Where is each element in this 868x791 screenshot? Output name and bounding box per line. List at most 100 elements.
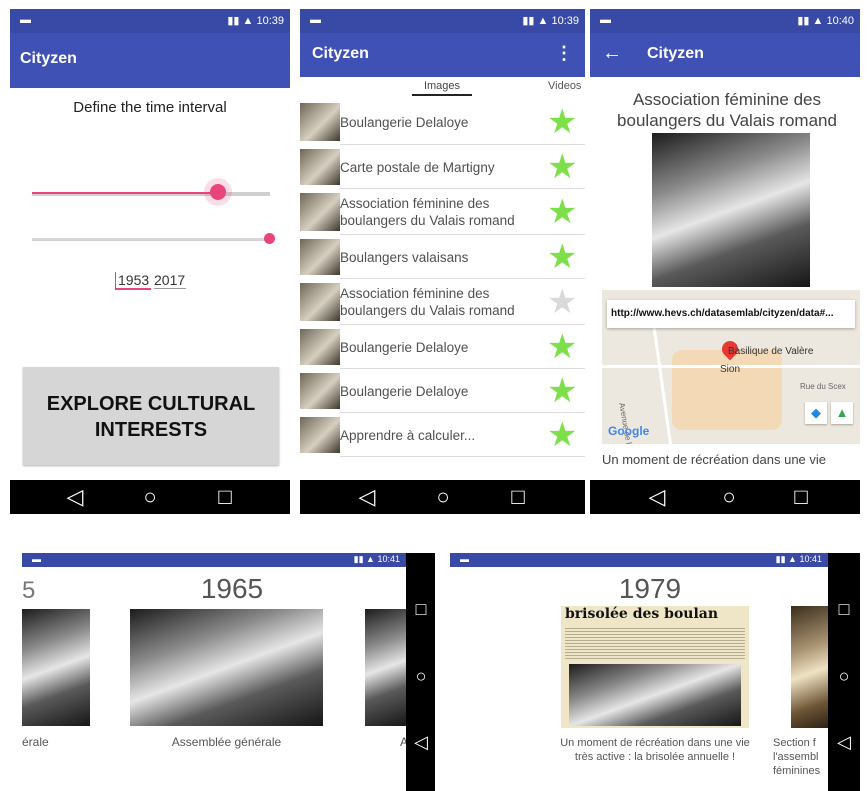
explore-label-line2: INTERESTS xyxy=(94,419,208,441)
favorite-star-icon[interactable]: ★ xyxy=(547,374,577,408)
explore-button[interactable]: EXPLORE CULTURAL INTERESTS xyxy=(23,367,279,465)
back-icon[interactable]: ◁ xyxy=(829,731,859,753)
app-bar: Cityzen xyxy=(10,33,290,88)
favorite-star-icon[interactable]: ★ xyxy=(547,330,577,364)
recents-icon[interactable]: □ xyxy=(829,598,859,620)
list-item[interactable]: Boulangerie Delaloye ★ xyxy=(300,99,585,145)
screen-results-list: ▬ ▮▮ ▲ 10:39 Cityzen ⋮ Images Videos Bou… xyxy=(300,9,585,514)
caption-line: très active : la brisolée annuelle ! xyxy=(574,751,736,763)
back-arrow-icon[interactable]: ← xyxy=(602,42,622,65)
caption-line: l'assembl xyxy=(773,751,819,763)
favorite-star-icon[interactable]: ★ xyxy=(547,150,577,184)
list-item-thumbnail xyxy=(300,103,340,141)
favorite-star-icon[interactable]: ★ xyxy=(547,285,577,319)
notification-icon: ▬ xyxy=(32,554,41,564)
map-road xyxy=(650,310,673,444)
slider-thumb[interactable] xyxy=(264,233,275,244)
favorite-star-icon[interactable]: ★ xyxy=(547,240,577,274)
slider-thumb[interactable] xyxy=(209,184,226,200)
list-item-label: Apprendre à calculer... xyxy=(340,427,476,443)
item-caption: Un moment de récréation dans une vie xyxy=(602,452,827,467)
timeline-caption-center: Un moment de récréation dans une vie trè… xyxy=(536,736,774,764)
home-icon[interactable]: ○ xyxy=(829,665,859,687)
timeline-photo-right[interactable] xyxy=(791,606,828,728)
map-view[interactable]: http://www.hevs.ch/datasemlab/cityzen/da… xyxy=(602,290,860,444)
home-icon[interactable]: ○ xyxy=(714,486,744,508)
status-time: 10:40 xyxy=(826,15,854,27)
status-bar: ▬ ▮▮ ▲ 10:41 xyxy=(22,553,406,567)
caption-line: Section f xyxy=(773,737,816,749)
signal-icons: ▮▮ ▲ xyxy=(797,15,824,27)
home-icon[interactable]: ○ xyxy=(406,665,435,687)
timeline-caption-left: érale xyxy=(22,735,49,749)
app-bar: Cityzen ⋮ xyxy=(300,33,585,77)
signal-icons: ▮▮ ▲ xyxy=(227,15,254,27)
nav-bar: □ ○ ◁ xyxy=(828,553,860,791)
nav-bar: □ ○ ◁ xyxy=(406,553,435,791)
status-time: 10:39 xyxy=(256,15,284,27)
status-time: 10:41 xyxy=(799,554,822,564)
list-item[interactable]: Carte postale de Martigny ★ xyxy=(300,145,585,189)
back-icon[interactable]: ◁ xyxy=(352,486,382,508)
notification-icon: ▬ xyxy=(600,14,611,26)
list-item[interactable]: Association féminine des boulangers du V… xyxy=(300,279,585,325)
list-item[interactable]: Boulangerie Delaloye ★ xyxy=(300,369,585,413)
list-item[interactable]: Apprendre à calculer... ★ xyxy=(300,413,585,457)
screen-item-detail: ▬ ▮▮ ▲ 10:40 ← Cityzen Association fémin… xyxy=(590,9,860,514)
timeline-photo-left[interactable] xyxy=(22,609,90,726)
directions-icon[interactable]: ◆ xyxy=(805,402,827,424)
timeline-photo-right[interactable] xyxy=(365,609,407,726)
google-logo: Google xyxy=(608,424,650,438)
signal-icons: ▮▮ ▲ xyxy=(522,15,549,27)
clipping-text-block xyxy=(565,626,745,660)
caption-line: Un moment de récréation dans une vie xyxy=(560,737,750,749)
nav-bar: ◁ ○ □ xyxy=(10,480,290,514)
page-heading: Define the time interval xyxy=(73,99,227,116)
caption-line: féminines xyxy=(773,765,821,777)
year-from-field[interactable]: 1953 xyxy=(115,272,151,290)
recents-icon[interactable]: □ xyxy=(503,486,533,508)
favorite-star-icon[interactable]: ★ xyxy=(547,418,577,452)
list-item-thumbnail xyxy=(300,149,340,185)
tab-images[interactable]: Images xyxy=(412,80,472,96)
end-year-slider[interactable] xyxy=(32,233,275,244)
back-icon[interactable]: ◁ xyxy=(642,486,672,508)
overflow-menu-icon[interactable]: ⋮ xyxy=(555,43,573,64)
tab-videos[interactable]: Videos xyxy=(548,80,581,92)
timeline-clipping-center[interactable]: brisolée des boulan xyxy=(561,606,749,728)
back-icon[interactable]: ◁ xyxy=(60,486,90,508)
recents-icon[interactable]: □ xyxy=(406,598,435,620)
favorite-star-icon[interactable]: ★ xyxy=(547,195,577,229)
home-icon[interactable]: ○ xyxy=(135,486,165,508)
clipping-photo xyxy=(569,664,741,726)
favorite-star-icon[interactable]: ★ xyxy=(547,105,577,139)
clipping-headline: brisolée des boulan xyxy=(565,606,719,622)
list-item-label: Boulangers valaisans xyxy=(340,249,469,265)
app-bar: ← Cityzen xyxy=(590,33,860,77)
app-title: Cityzen xyxy=(647,45,704,62)
screen-time-interval: ▬ ▮▮ ▲ 10:39 Cityzen Define the time int… xyxy=(10,9,290,514)
signal-icons: ▮▮ ▲ xyxy=(353,554,375,564)
list-item[interactable]: Boulangerie Delaloye ★ xyxy=(300,325,585,369)
app-title: Cityzen xyxy=(312,45,369,62)
list-item-thumbnail xyxy=(300,329,340,365)
results-list: Boulangerie Delaloye ★ Carte postale de Ma… xyxy=(300,99,585,480)
list-item[interactable]: Boulangers valaisans ★ xyxy=(300,235,585,279)
screen-timeline-1965: ▬ ▮▮ ▲ 10:41 1965 5 érale Assemblée géné… xyxy=(22,553,435,791)
recents-icon[interactable]: □ xyxy=(786,486,816,508)
nav-bar: ◁ ○ □ xyxy=(300,480,585,514)
home-icon[interactable]: ○ xyxy=(428,486,458,508)
list-item[interactable]: Association féminine des boulangers du V… xyxy=(300,189,585,235)
list-item-thumbnail xyxy=(300,239,340,275)
slider-fill xyxy=(32,192,218,194)
list-item-label: Association féminine des boulangers du V… xyxy=(340,286,515,318)
year-edge-mark: 5 xyxy=(22,577,36,604)
item-title: Association féminine des boulangers du V… xyxy=(617,90,837,130)
year-to-field[interactable]: 2017 xyxy=(154,272,186,289)
back-icon[interactable]: ◁ xyxy=(406,731,435,753)
recents-icon[interactable]: □ xyxy=(210,486,240,508)
timeline-photo-center[interactable] xyxy=(130,609,323,726)
timeline-caption-center: Assemblée générale xyxy=(171,735,282,749)
start-year-slider[interactable] xyxy=(32,184,270,200)
maps-app-icon[interactable]: ▲ xyxy=(831,402,853,424)
